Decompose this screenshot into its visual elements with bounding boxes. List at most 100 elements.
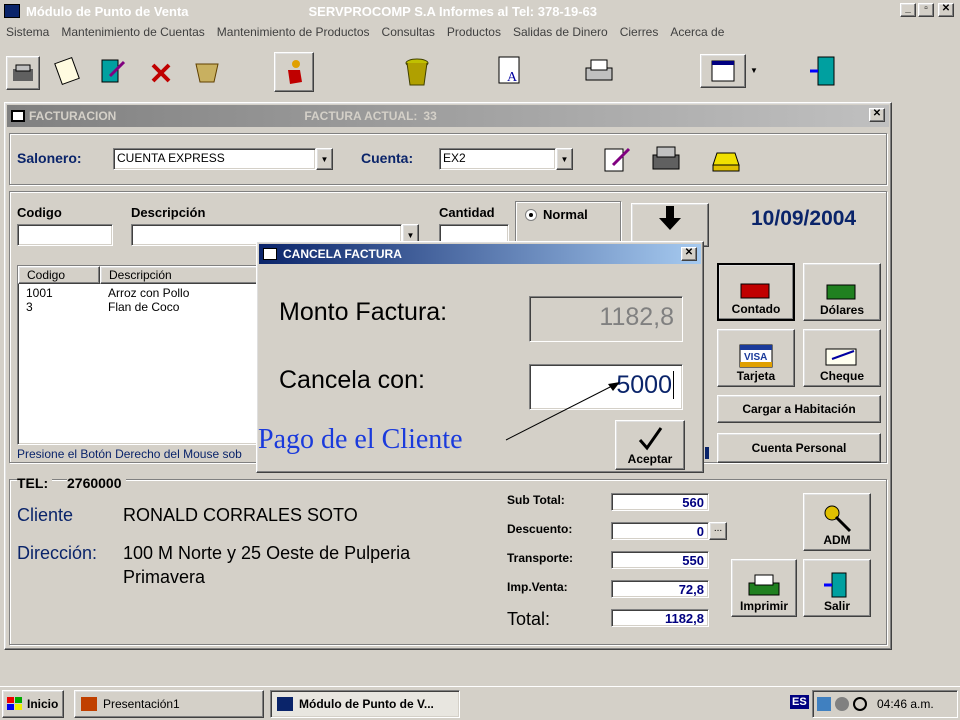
notebook-icon[interactable] — [50, 54, 84, 88]
app-window-icon — [277, 697, 293, 711]
cuenta-combo[interactable]: EX2 ▼ — [439, 148, 573, 170]
menu-consultas[interactable]: Consultas — [382, 25, 435, 39]
tarjeta-button[interactable]: VISA Tarjeta — [717, 329, 795, 387]
salir-button[interactable]: Salir — [803, 559, 871, 617]
list-header-descripcion[interactable]: Descripción — [100, 266, 264, 284]
company-info: SERVPROCOMP S.A Informes al Tel: 378-19-… — [308, 3, 598, 19]
app-titlebar: Módulo de Punto de Venta SERVPROCOMP S.A… — [0, 0, 960, 22]
runner-icon[interactable] — [274, 52, 314, 92]
cheque-button[interactable]: Cheque — [803, 329, 881, 387]
dolares-label: Dólares — [819, 303, 865, 317]
codigo-input[interactable] — [17, 224, 113, 246]
telephone-icon[interactable] — [709, 145, 743, 176]
salonero-combo[interactable]: CUENTA EXPRESS ▼ — [113, 148, 333, 170]
cheque-icon — [825, 348, 857, 366]
calculator-window-icon[interactable] — [700, 54, 746, 88]
menu-sistema[interactable]: Sistema — [6, 25, 49, 39]
factura-actual-number: 33 — [423, 109, 437, 123]
basket-icon[interactable] — [190, 54, 224, 88]
menu-acerca[interactable]: Acerca de — [670, 25, 724, 39]
cuenta-personal-button[interactable]: Cuenta Personal — [717, 433, 881, 463]
transporte-value: 550 — [611, 551, 709, 569]
cuenta-value: EX2 — [439, 148, 556, 170]
list-header-codigo[interactable]: Codigo — [18, 266, 100, 284]
contado-label: Contado — [731, 302, 781, 316]
clock[interactable]: 04:46 a.m. — [877, 697, 934, 711]
edit-form-icon[interactable] — [603, 145, 633, 176]
subtotal-label: Sub Total: — [507, 493, 565, 507]
imprimir-button[interactable]: Imprimir — [731, 559, 797, 617]
salonero-value: CUENTA EXPRESS — [113, 148, 316, 170]
cuenta-label: Cuenta: — [361, 150, 414, 166]
delete-x-icon[interactable] — [144, 56, 178, 90]
edit-document-icon[interactable] — [96, 54, 130, 88]
aceptar-label: Aceptar — [627, 452, 673, 466]
task-presentacion[interactable]: Presentación1 — [74, 690, 264, 718]
toolbar: A ▼ — [0, 48, 960, 98]
maximize-button[interactable]: ▫ — [918, 3, 934, 17]
dolares-button[interactable]: Dólares — [803, 263, 881, 321]
taskbar: Inicio Presentación1 Módulo de Punto de … — [0, 686, 960, 720]
descuento-label: Descuento: — [507, 522, 573, 536]
task-presentacion-label: Presentación1 — [103, 697, 180, 711]
cargar-habitacion-button[interactable]: Cargar a Habitación — [717, 395, 881, 423]
product-list[interactable]: Codigo Descripción 1001 Arroz con Pollo … — [17, 265, 265, 445]
user-document-icon[interactable]: A — [494, 54, 528, 88]
chevron-down-icon[interactable]: ▼ — [750, 66, 758, 75]
list-item-codigo: 1001 — [26, 286, 53, 300]
total-value: 1182,8 — [611, 609, 709, 627]
monto-value: 1182,8 — [529, 296, 683, 342]
network-icon[interactable] — [817, 697, 831, 711]
start-button[interactable]: Inicio — [2, 690, 64, 718]
cliente-label: Cliente — [17, 505, 74, 525]
cliente-value: RONALD CORRALES SOTO — [123, 505, 358, 525]
trash-bin-icon[interactable] — [400, 54, 434, 88]
facturacion-close-button[interactable]: ✕ — [869, 108, 885, 122]
checkmark-icon — [638, 427, 663, 451]
app-title: Módulo de Punto de Venta — [26, 3, 189, 19]
cuenta-dropdown-icon[interactable]: ▼ — [556, 148, 573, 170]
subtotal-value: 560 — [611, 493, 709, 511]
transporte-label: Transporte: — [507, 551, 574, 565]
volume-icon[interactable] — [835, 697, 849, 711]
windows-logo-icon — [7, 697, 22, 710]
descuento-value[interactable]: 0 — [611, 522, 709, 540]
menu-mant-cuentas[interactable]: Mantenimiento de Cuentas — [61, 25, 204, 39]
cantidad-label: Cantidad — [439, 205, 495, 220]
close-button[interactable]: ✕ — [938, 3, 954, 17]
language-indicator[interactable]: ES — [790, 695, 809, 709]
total-label: Total: — [507, 609, 551, 629]
salonero-dropdown-icon[interactable]: ▼ — [316, 148, 333, 170]
adm-button[interactable]: ADM — [803, 493, 871, 551]
task-modulo[interactable]: Módulo de Punto de V... — [270, 690, 460, 718]
list-item[interactable]: 3 Flan de Coco — [18, 300, 264, 314]
book-icon — [11, 110, 25, 122]
annotation-arrow — [505, 382, 620, 441]
menu-salidas[interactable]: Salidas de Dinero — [513, 25, 608, 39]
contado-button[interactable]: Contado — [717, 263, 795, 321]
clock-icon[interactable] — [853, 697, 867, 711]
minimize-button[interactable]: _ — [900, 3, 916, 17]
radio-normal[interactable]: Normal — [525, 207, 588, 222]
facturacion-title: FACTURACION — [29, 109, 117, 123]
tarjeta-label: Tarjeta — [736, 369, 776, 383]
svg-text:VISA: VISA — [744, 352, 767, 363]
cash-register-icon[interactable] — [6, 56, 40, 90]
menu-mant-productos[interactable]: Mantenimiento de Productos — [217, 25, 370, 39]
menu-productos[interactable]: Productos — [447, 25, 501, 39]
window-icon — [263, 248, 277, 260]
system-tray: 04:46 a.m. — [812, 690, 958, 718]
invoice-date: 10/09/2004 — [751, 207, 857, 230]
dialog-close-button[interactable]: ✕ — [681, 247, 697, 261]
cheque-label: Cheque — [819, 369, 864, 383]
exit-door-icon[interactable] — [806, 54, 840, 88]
printer-icon[interactable] — [582, 54, 616, 88]
descuento-more-button[interactable]: ... — [709, 522, 727, 540]
direccion-line2: Primavera — [123, 567, 206, 587]
dollar-bills-icon — [826, 284, 856, 300]
app-icon — [4, 4, 20, 18]
impventa-value: 72,8 — [611, 580, 709, 598]
list-item[interactable]: 1001 Arroz con Pollo — [18, 284, 264, 300]
menu-cierres[interactable]: Cierres — [620, 25, 659, 39]
register-icon[interactable] — [651, 145, 681, 176]
